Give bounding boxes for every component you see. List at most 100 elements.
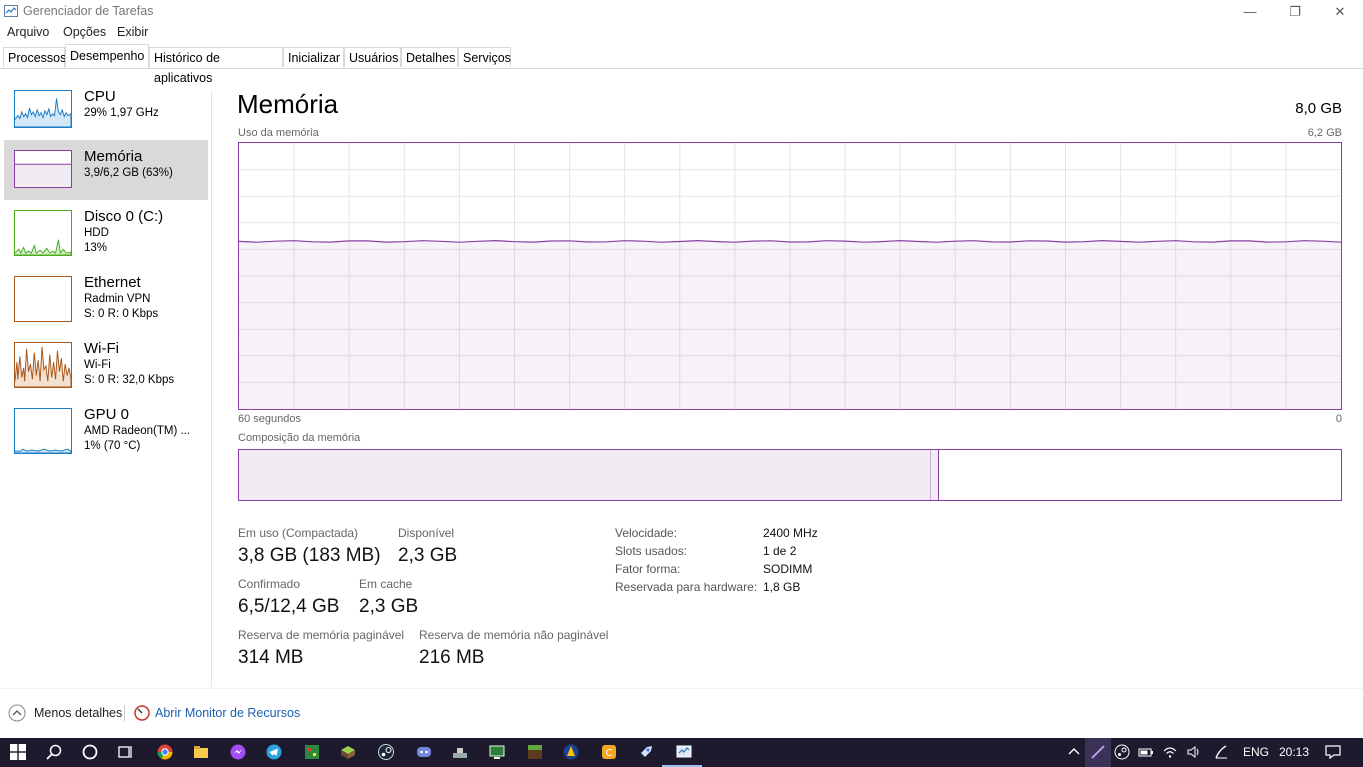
open-resource-monitor-link[interactable]: Abrir Monitor de Recursos [155, 706, 300, 720]
available-label: Disponível [398, 526, 455, 540]
detail-label: Fator forma: [615, 562, 681, 576]
cached-label: Em cache [359, 577, 413, 591]
minimize-button[interactable]: — [1227, 0, 1273, 24]
battery-icon[interactable] [1138, 744, 1154, 760]
sidebar-item-memoria[interactable]: Memória 3,9/6,2 GB (63%) [4, 140, 208, 200]
ethernet-thumbnail [14, 276, 72, 322]
usage-area [239, 240, 1341, 409]
nonpaged-pool-label: Reserva de memória não paginável [419, 628, 609, 642]
detail-label: Reservada para hardware: [615, 580, 758, 594]
notifications-icon[interactable] [1325, 744, 1341, 760]
task-manager-icon [4, 5, 18, 17]
search-icon[interactable] [46, 744, 62, 760]
tab-desempenho[interactable]: Desempenho [65, 44, 149, 68]
menu-opcoes[interactable]: Opções [63, 25, 106, 39]
cpu-thumbnail [14, 90, 72, 128]
tab-servicos[interactable]: Serviços [458, 47, 511, 67]
wifi-thumbnail [14, 342, 72, 388]
page-title: Memória [237, 89, 339, 119]
composition-label: Composição da memória [238, 432, 361, 444]
memory-total: 8,0 GB [1295, 100, 1342, 117]
detail-label: Velocidade: [615, 526, 678, 540]
game-launcher-icon[interactable] [304, 744, 320, 760]
calculator-app-icon[interactable]: C [601, 744, 617, 760]
detail-value: SODIMM [763, 562, 813, 576]
minecraft-launcher-icon[interactable] [340, 744, 356, 760]
remote-desktop-icon[interactable] [489, 744, 505, 760]
footer-separator [0, 688, 1363, 689]
sidebar-item-gpu[interactable]: GPU 0 AMD Radeon(TM) ... 1% (70 °C) [4, 402, 208, 462]
language-indicator[interactable]: ENG [1243, 745, 1269, 759]
time-axis-right: 0 [1335, 413, 1342, 425]
detail-value: 1,8 GB [763, 580, 801, 594]
network-tool-icon[interactable] [452, 744, 468, 760]
minecraft-icon[interactable] [527, 744, 543, 760]
sidebar-item-disco[interactable]: Disco 0 (C:) HDD 13% [4, 204, 208, 264]
in-use-label: Em uso (Compactada) [238, 526, 359, 540]
steam-tray-icon[interactable] [1114, 744, 1130, 760]
sidebar-cpu-title: CPU [84, 88, 116, 105]
sidebar-gpu-title: GPU 0 [84, 406, 130, 423]
sidebar-gpu-line2: 1% (70 °C) [84, 440, 141, 452]
discord-icon[interactable] [416, 744, 432, 760]
committed-value: 6,5/12,4 GB [238, 596, 340, 617]
window-title: Gerenciador de Tarefas [23, 4, 154, 18]
chevron-up-icon[interactable] [1066, 744, 1082, 760]
resource-monitor-icon [134, 705, 150, 721]
sidebar-item-ethernet[interactable]: Ethernet Radmin VPN S: 0 R: 0 Kbps [4, 270, 208, 330]
pen-workspace-icon[interactable] [1213, 744, 1229, 760]
sidebar-memory-line1: 3,9/6,2 GB (63%) [84, 167, 173, 179]
sidebar-ethernet-title: Ethernet [84, 274, 141, 291]
file-explorer-icon[interactable] [193, 744, 209, 760]
available-value: 2,3 GB [398, 545, 458, 566]
close-button[interactable]: ✕ [1317, 0, 1363, 24]
tab-usuarios[interactable]: Usuários [344, 47, 401, 67]
clock[interactable]: 20:13 [1279, 745, 1309, 759]
sidebar-cpu-line1: 29% 1,97 GHz [84, 107, 159, 119]
memory-thumbnail [14, 150, 72, 188]
disk-thumbnail [14, 210, 72, 256]
task-view-icon[interactable] [117, 744, 133, 760]
sidebar-ethernet-line2: S: 0 R: 0 Kbps [84, 308, 159, 320]
messenger-icon[interactable] [230, 744, 246, 760]
composition-in-use [239, 450, 930, 500]
pen-tray-icon[interactable] [1090, 744, 1106, 760]
usage-graph-label: Uso da memória [238, 127, 319, 139]
sidebar-divider [211, 90, 212, 687]
less-details-button[interactable]: Menos detalhes [34, 706, 122, 720]
task-manager-taskbar-icon[interactable] [676, 744, 692, 760]
memory-usage-chart [239, 143, 1341, 409]
tab-processos[interactable]: Processos [3, 47, 66, 67]
tab-inicializar[interactable]: Inicializar [283, 47, 344, 67]
committed-label: Confirmado [238, 577, 301, 591]
telegram-icon[interactable] [266, 744, 282, 760]
menu-arquivo[interactable]: Arquivo [7, 25, 49, 39]
cortana-icon[interactable] [82, 744, 98, 760]
tab-historico[interactable]: Histórico de aplicativos [149, 47, 283, 85]
vpn-icon[interactable] [563, 744, 579, 760]
usage-graph-max: 6,2 GB [1307, 127, 1342, 139]
detail-value: 2400 MHz [763, 526, 818, 540]
sidebar-item-wifi[interactable]: Wi-Fi Wi-Fi S: 0 R: 32,0 Kbps [4, 336, 208, 396]
paged-pool-label: Reserva de memória paginável [238, 628, 405, 642]
sidebar-memory-title: Memória [84, 148, 143, 165]
maximize-button[interactable]: ❐ [1272, 0, 1318, 24]
memory-composition-bar [238, 449, 1342, 501]
sidebar-disk-line2: 13% [84, 242, 108, 254]
menu-exibir[interactable]: Exibir [117, 25, 148, 39]
chevron-up-circle-icon[interactable] [8, 704, 26, 722]
volume-icon[interactable] [1186, 744, 1202, 760]
sidebar-item-cpu[interactable]: CPU 29% 1,97 GHz [4, 84, 208, 144]
rocket-app-icon[interactable] [638, 744, 654, 760]
windows-start-icon[interactable] [10, 744, 26, 760]
svg-text:C: C [606, 748, 613, 759]
chrome-icon[interactable] [157, 744, 173, 760]
taskbar: C ENG 20:13 [0, 738, 1363, 767]
footer-divider [124, 705, 125, 721]
sidebar-disk-line1: HDD [84, 227, 109, 239]
nonpaged-pool-value: 216 MB [419, 647, 485, 668]
steam-icon[interactable] [378, 744, 394, 760]
wifi-tray-icon[interactable] [1162, 744, 1178, 760]
tab-detalhes[interactable]: Detalhes [401, 47, 458, 67]
sidebar-ethernet-line1: Radmin VPN [84, 293, 151, 305]
